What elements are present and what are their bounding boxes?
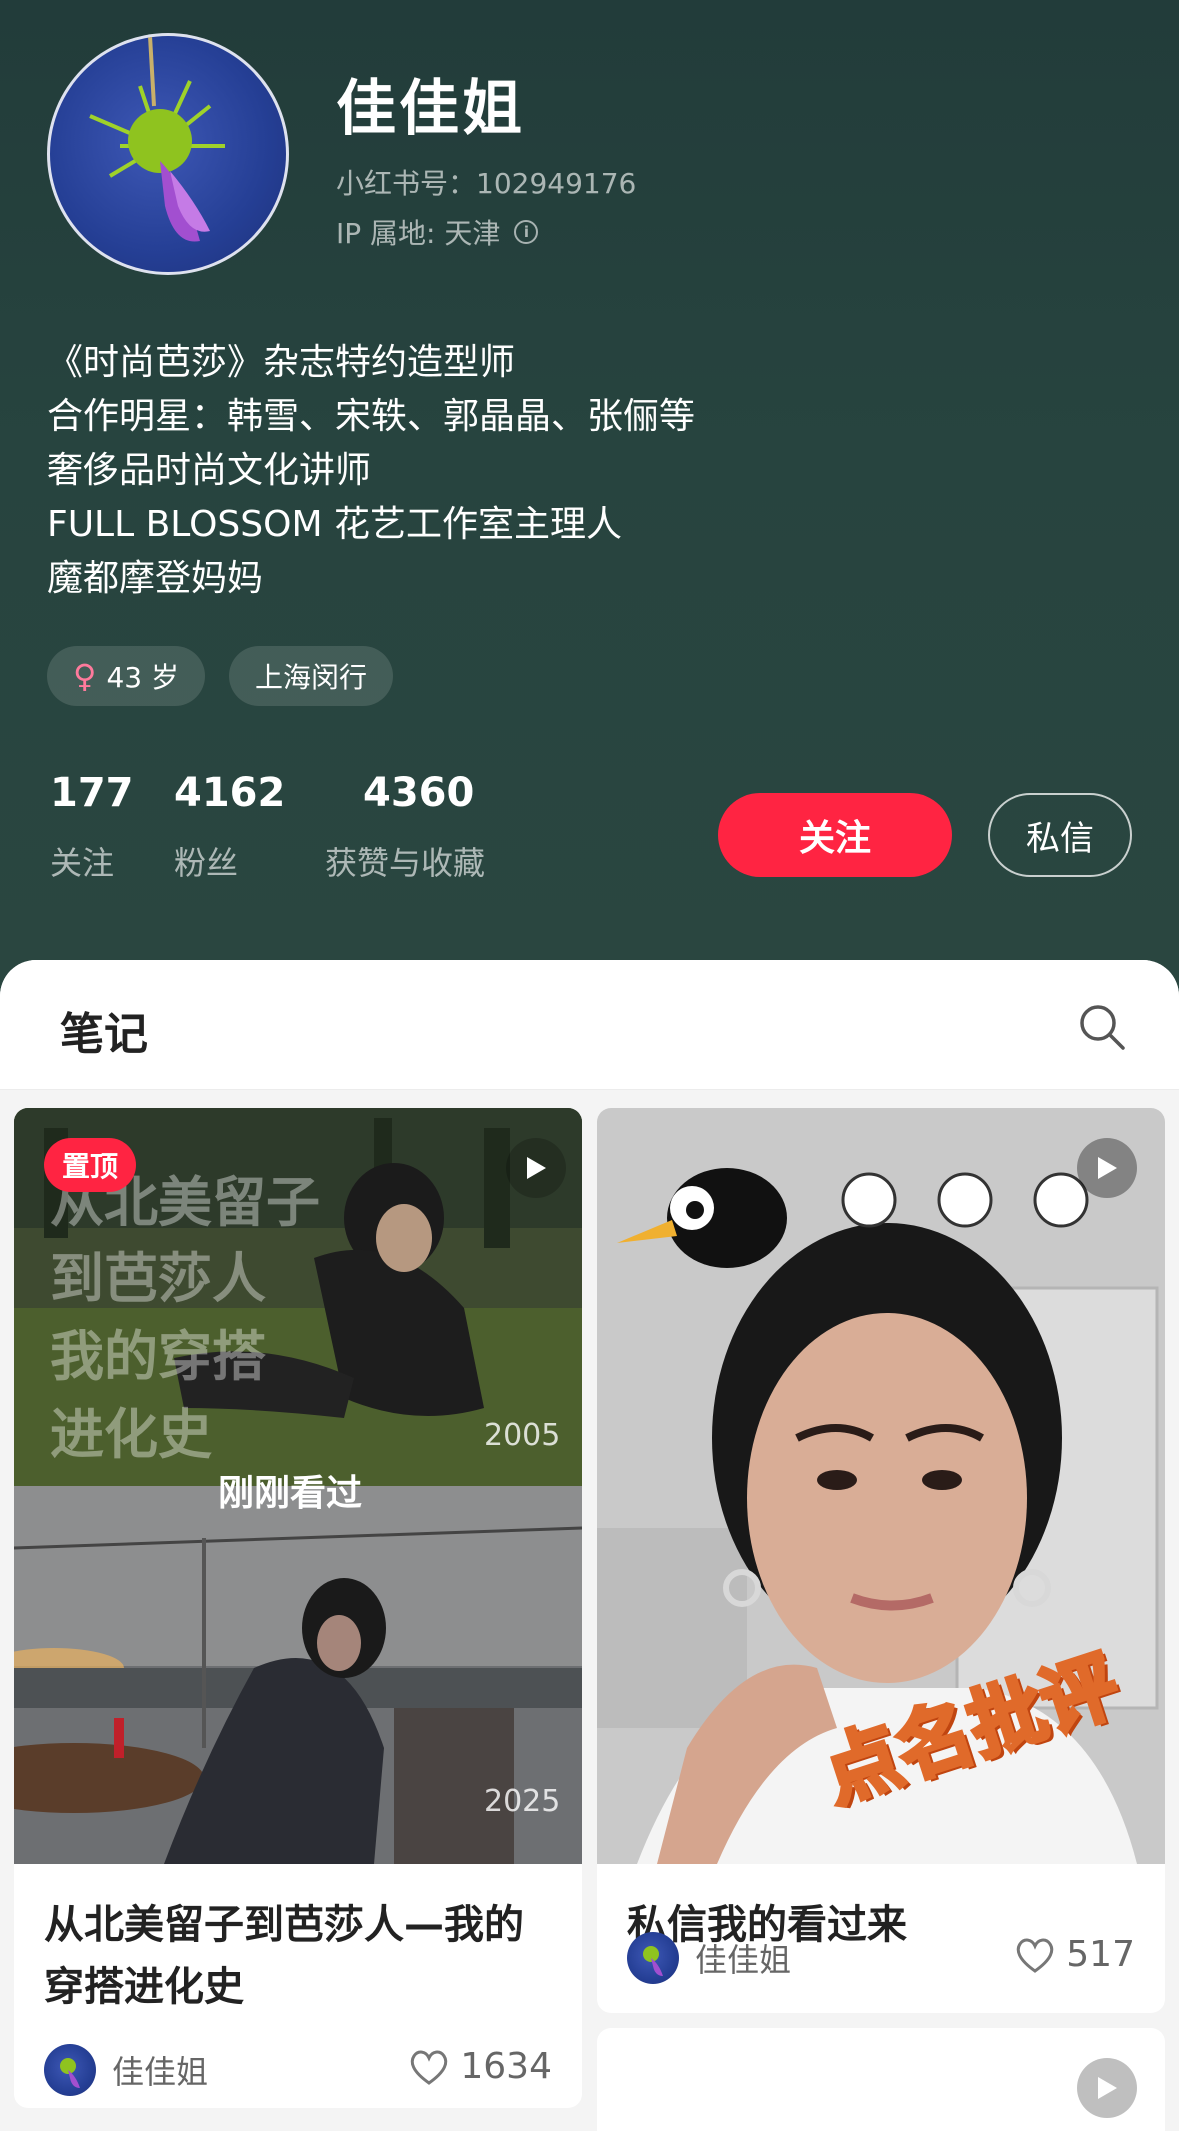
like-count: 517 — [1066, 1934, 1135, 1975]
bio-line: 合作明星：韩雪、宋轶、郭晶晶、张俪等 — [47, 396, 696, 437]
recently-viewed-label: 刚刚看过 — [218, 1473, 363, 1514]
location-label: 上海闵行 — [254, 661, 367, 694]
search-icon[interactable] — [1077, 1002, 1127, 1052]
stat-label: 粉丝 — [174, 844, 239, 882]
avatar[interactable] — [47, 33, 289, 275]
bio-line: 《时尚芭莎》杂志特约造型师 — [47, 342, 516, 383]
note-title[interactable]: 从北美留子到芭莎人—我的穿搭进化史 — [44, 1894, 554, 2018]
year-label: 2025 — [484, 1784, 561, 1819]
note-card-partial[interactable] — [597, 2028, 1165, 2131]
bio-line: 奢侈品时尚文化讲师 — [47, 450, 372, 491]
author-name: 佳佳姐 — [695, 1941, 792, 1979]
stat-number: 4360 — [363, 770, 475, 816]
stat-number: 4162 — [174, 770, 286, 816]
notes-panel: 笔记 从北美留子 到芭莎人 我的穿搭 进化史 2005 刚刚看过 2025 置顶… — [0, 960, 1179, 2131]
like-count: 1634 — [460, 2046, 552, 2087]
notes-header: 笔记 — [0, 960, 1179, 1090]
like-button[interactable]: 517 — [1014, 1934, 1135, 1975]
note-author[interactable]: 佳佳姐 — [627, 1932, 791, 1984]
note-card[interactable]: 从北美留子 到芭莎人 我的穿搭 进化史 2005 刚刚看过 2025 置顶 从北… — [14, 1108, 582, 2108]
profile-stats: 177 关注 4162 粉丝 4360 获赞与收藏 — [0, 770, 600, 890]
ip-location: IP 属地: 天津 — [336, 217, 501, 250]
cover-text-line: 进化史 — [50, 1403, 212, 1466]
note-author[interactable]: 佳佳姐 — [44, 2044, 208, 2096]
stat-label: 获赞与收藏 — [325, 844, 486, 882]
age-label: 43 岁 — [106, 661, 179, 694]
author-name: 佳佳姐 — [112, 2053, 209, 2091]
cover-text-line: 到芭莎人 — [50, 1247, 266, 1310]
follow-button[interactable]: 关注 — [718, 793, 952, 877]
like-button[interactable]: 1634 — [408, 2046, 552, 2087]
play-icon — [506, 1138, 566, 1198]
heart-icon — [1017, 1938, 1054, 1973]
pinned-badge: 置顶 — [44, 1138, 137, 1192]
stat-label: 关注 — [50, 844, 115, 882]
year-label: 2005 — [484, 1418, 561, 1453]
age-tag: ♀ 43 岁 — [47, 646, 205, 706]
profile-tags: ♀ 43 岁 上海闵行 — [47, 646, 393, 706]
red-id: 小红书号：102949176 — [336, 167, 637, 200]
stat-likes-collects[interactable]: 4360 获赞与收藏 — [325, 770, 485, 884]
location-tag: 上海闵行 — [228, 646, 393, 706]
info-icon[interactable]: i — [514, 220, 539, 244]
note-cover-image[interactable]: 点名批评 — [597, 1108, 1165, 1864]
author-avatar — [44, 2044, 96, 2096]
female-icon: ♀ — [73, 657, 97, 695]
bio-line: 魔都摩登妈妈 — [47, 558, 264, 599]
note-cover-image[interactable]: 从北美留子 到芭莎人 我的穿搭 进化史 2005 刚刚看过 2025 置顶 — [14, 1108, 582, 1864]
profile-bio: 《时尚芭莎》杂志特约造型师 合作明星：韩雪、宋轶、郭晶晶、张俪等 奢侈品时尚文化… — [47, 336, 695, 606]
author-avatar — [627, 1932, 679, 1984]
bio-line: FULL BLOSSOM 花艺工作室主理人 — [47, 504, 622, 545]
tab-notes[interactable]: 笔记 — [60, 998, 148, 1062]
message-button[interactable]: 私信 — [988, 793, 1132, 877]
cover-text-line: 我的穿搭 — [50, 1325, 266, 1388]
stat-following[interactable]: 177 关注 — [50, 770, 134, 884]
heart-icon — [411, 2050, 448, 2085]
profile-header: 佳佳姐 小红书号：102949176 IP 属地: 天津 i 《时尚芭莎》杂志特… — [0, 0, 1179, 1000]
ip-location-row: IP 属地: 天津 i — [336, 212, 539, 252]
note-card[interactable]: 点名批评 私信我的看过来 佳佳姐 517 — [597, 1108, 1165, 2013]
profile-nickname: 佳佳姐 — [336, 74, 525, 144]
play-icon — [1077, 2058, 1137, 2118]
stat-number: 177 — [50, 770, 134, 816]
play-icon — [1077, 1138, 1137, 1198]
stat-followers[interactable]: 4162 粉丝 — [174, 770, 285, 884]
